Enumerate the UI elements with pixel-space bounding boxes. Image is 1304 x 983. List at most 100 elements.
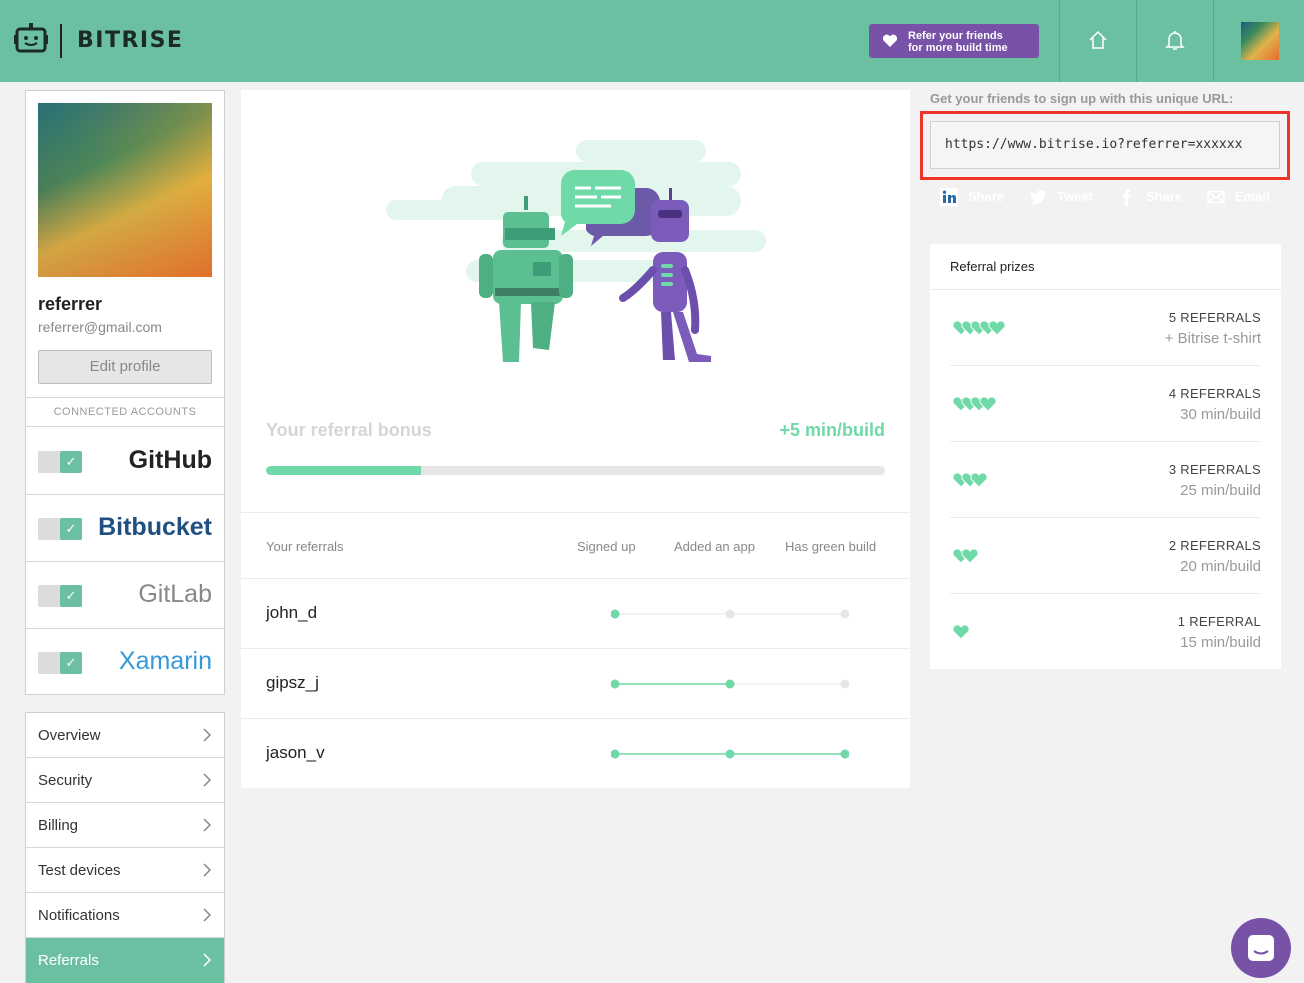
prize-referral-count: 1 REFERRAL — [1177, 614, 1261, 629]
nav-item-label: Security — [38, 772, 93, 789]
referral-name: john_d — [266, 603, 318, 622]
github-logo: GitHub — [128, 446, 212, 474]
facebook-button-label: Share — [1146, 189, 1183, 204]
referrals-table-header: Your referrals Signed up Added an app Ha… — [241, 512, 910, 579]
top-bar: BITRISE Refer your friends for more buil… — [0, 0, 1304, 82]
linkedin-icon — [940, 188, 958, 206]
referral-bonus-label: Your referral bonus — [266, 420, 432, 440]
nav-item-billing[interactable]: Billing — [26, 803, 224, 848]
user-avatar[interactable] — [1241, 22, 1279, 60]
prize-reward: + Bitrise t-shirt — [1164, 330, 1261, 347]
column-header-referrals: Your referrals — [266, 539, 344, 554]
hearts-icon — [952, 548, 979, 564]
nav-item-overview[interactable]: Overview — [26, 713, 224, 758]
heart-icon — [988, 320, 1006, 336]
referral-name: gipsz_j — [266, 673, 319, 692]
profile-email: referrer@gmail.com — [38, 319, 162, 335]
chevron-right-icon — [203, 728, 212, 742]
referral-step-dot — [725, 749, 735, 759]
chevron-right-icon — [203, 908, 212, 922]
account-row-github: ✓ GitHub — [26, 428, 224, 495]
top-divider — [1136, 0, 1137, 82]
referral-card: Your referral bonus +5 min/build Your re… — [241, 90, 910, 788]
top-divider — [1059, 0, 1060, 82]
home-icon[interactable] — [1086, 28, 1110, 52]
connected-accounts-label: CONNECTED ACCOUNTS — [26, 397, 224, 427]
brand-name[interactable]: BITRISE — [77, 28, 183, 53]
referral-name: jason_v — [266, 743, 325, 762]
nav-item-security[interactable]: Security — [26, 758, 224, 803]
facebook-share-button[interactable]: Share — [1108, 180, 1192, 214]
heart-icon — [979, 396, 997, 412]
prize-referral-count: 5 REFERRALS — [1168, 310, 1261, 325]
email-icon — [1207, 190, 1225, 204]
gitlab-toggle[interactable]: ✓ — [38, 585, 82, 607]
hearts-icon — [952, 320, 1006, 336]
prize-reward: 30 min/build — [1180, 406, 1261, 423]
referral-step-dot — [840, 609, 849, 619]
nav-item-test-devices[interactable]: Test devices — [26, 848, 224, 893]
bitbucket-toggle[interactable]: ✓ — [38, 518, 82, 540]
check-icon: ✓ — [60, 451, 82, 473]
refer-friends-button[interactable]: Refer your friends for more build time — [869, 24, 1039, 58]
hearts-icon — [952, 624, 970, 640]
referral-step-dot — [611, 679, 620, 689]
bell-icon[interactable] — [1163, 28, 1187, 52]
twitter-share-button[interactable]: Tweet — [1019, 180, 1103, 214]
referral-url-field[interactable]: https://www.bitrise.io?referrer=xxxxxx — [930, 121, 1280, 169]
edit-profile-button[interactable]: Edit profile — [38, 350, 212, 384]
green-robot — [479, 196, 573, 362]
linkedin-share-button[interactable]: Share — [930, 180, 1014, 214]
chat-widget-button[interactable] — [1231, 918, 1291, 978]
check-icon: ✓ — [60, 652, 82, 674]
account-row-bitbucket: ✓ Bitbucket — [26, 495, 224, 562]
bitrise-logo-icon[interactable] — [14, 22, 48, 56]
github-toggle[interactable]: ✓ — [38, 451, 82, 473]
heart-icon — [970, 472, 988, 488]
referral-step-dot — [840, 679, 849, 689]
nav-item-notifications[interactable]: Notifications — [26, 893, 224, 938]
chevron-right-icon — [203, 773, 212, 787]
referral-step-dot — [725, 609, 735, 619]
nav-item-label: Billing — [38, 817, 79, 834]
column-header-signed-up: Signed up — [577, 539, 636, 554]
referral-progress-track — [611, 749, 849, 759]
nav-item-label: Referrals — [38, 952, 99, 969]
bitbucket-logo: Bitbucket — [98, 513, 212, 541]
referral-step-dot — [611, 749, 620, 759]
nav-item-label: Overview — [38, 727, 101, 744]
settings-nav: Overview Security Billing Test devices N… — [25, 712, 225, 983]
referral-progress-track — [611, 609, 849, 619]
referral-row: gipsz_j — [241, 649, 910, 719]
prize-referral-count: 2 REFERRALS — [1168, 538, 1261, 553]
referral-row: jason_v — [241, 719, 910, 789]
heart-icon — [882, 34, 898, 47]
xamarin-toggle[interactable]: ✓ — [38, 652, 82, 674]
hearts-icon — [952, 472, 988, 488]
prize-reward: 15 min/build — [1180, 634, 1261, 651]
referral-step-dot — [611, 609, 620, 619]
nav-item-label: Notifications — [38, 907, 120, 924]
prize-row: 4 REFERRALS 30 min/build — [950, 366, 1261, 442]
profile-username: referrer — [38, 294, 103, 314]
logo-separator — [60, 24, 62, 58]
chevron-right-icon — [203, 863, 212, 877]
nav-item-label: Test devices — [38, 862, 121, 879]
prize-reward: 20 min/build — [1180, 558, 1261, 575]
referral-progress-fill — [266, 466, 421, 475]
chevron-right-icon — [203, 818, 212, 832]
account-row-xamarin: ✓ Xamarin — [26, 629, 224, 696]
referral-step-dot — [725, 679, 735, 689]
prize-row: 3 REFERRALS 25 min/build — [950, 442, 1261, 518]
referral-step-dot — [840, 749, 849, 759]
facebook-icon — [1122, 189, 1131, 206]
nav-item-referrals[interactable]: Referrals — [26, 938, 224, 983]
email-button-label: Email — [1235, 189, 1270, 204]
referral-prizes-card: Referral prizes 5 REFERRALS + Bitrise t-s… — [930, 244, 1281, 669]
email-share-button[interactable]: Email — [1197, 180, 1281, 214]
prize-row: 5 REFERRALS + Bitrise t-shirt — [950, 290, 1261, 366]
referral-bonus-value: +5 min/build — [779, 420, 885, 440]
prize-row: 1 REFERRAL 15 min/build — [950, 594, 1261, 670]
column-header-green-build: Has green build — [785, 539, 877, 554]
referral-progress-bar — [266, 466, 885, 475]
